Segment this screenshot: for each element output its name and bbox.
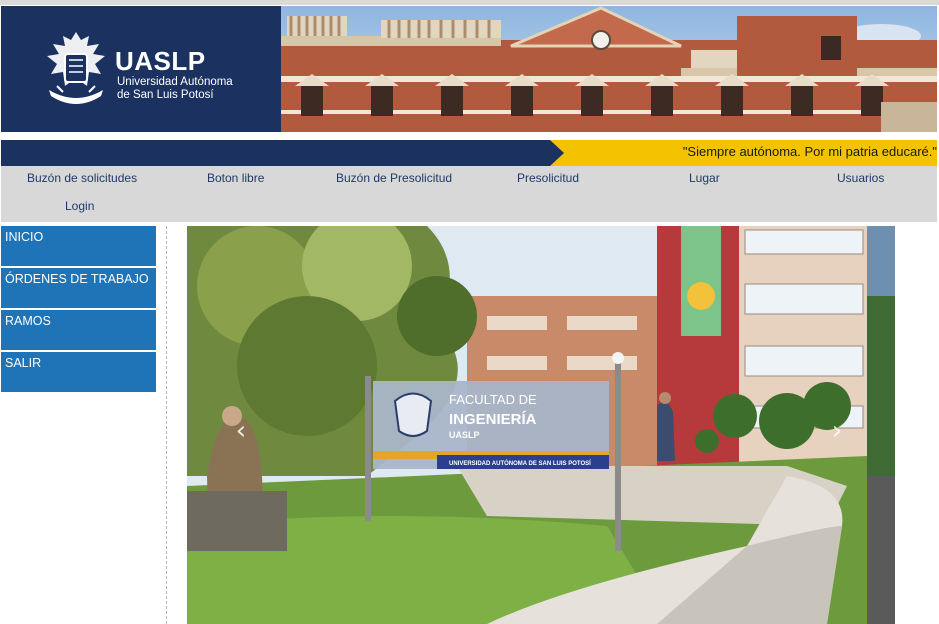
site-header: UASLP Universidad Autónoma de San Luis P… <box>1 6 937 132</box>
logo-subtitle: Universidad Autónoma de San Luis Potosí <box>117 76 267 102</box>
uaslp-crest-icon <box>47 32 105 104</box>
carousel-slide-image: FACULTAD DE INGENIERÍA UASLP UNIVERSIDAD… <box>187 226 867 624</box>
nav-boton-libre[interactable]: Boton libre <box>207 171 264 185</box>
sidebar-menu: INICIO ÓRDENES DE TRABAJO RAMOS SALIR <box>1 226 156 394</box>
sign-footer-text: UNIVERSIDAD AUTÓNOMA DE SAN LUIS POTOSÍ <box>449 459 591 467</box>
sign-line-3: UASLP <box>449 430 480 440</box>
top-navigation: Buzón de solicitudes Boton libre Buzón d… <box>1 166 937 222</box>
logo-subtitle-line2: de San Luis Potosí <box>117 89 214 101</box>
logo-subtitle-line1: Universidad Autónoma <box>117 76 233 88</box>
university-motto: "Siempre autónoma. Por mi patria educaré… <box>682 144 937 159</box>
next-slide-preview <box>867 226 895 624</box>
sidebar-item-ramos[interactable]: RAMOS <box>1 310 156 350</box>
nav-presolicitud[interactable]: Presolicitud <box>517 171 579 185</box>
sign-line-1: FACULTAD DE <box>449 392 537 407</box>
ribbon-navy-band <box>1 140 564 166</box>
uaslp-logo[interactable]: UASLP Universidad Autónoma de San Luis P… <box>1 6 281 132</box>
nav-lugar[interactable]: Lugar <box>689 171 720 185</box>
header-building-image <box>281 6 937 132</box>
motto-ribbon: "Siempre autónoma. Por mi patria educaré… <box>1 140 937 166</box>
content-divider <box>166 226 167 624</box>
sidebar-item-ordenes-de-trabajo[interactable]: ÓRDENES DE TRABAJO <box>1 268 156 308</box>
nav-usuarios[interactable]: Usuarios <box>837 171 884 185</box>
chevron-right-icon: › <box>831 416 843 446</box>
image-carousel: FACULTAD DE INGENIERÍA UASLP UNIVERSIDAD… <box>187 226 867 624</box>
sign-line-2: INGENIERÍA <box>449 411 537 428</box>
carousel-next-button[interactable]: › <box>827 416 847 446</box>
logo-title: UASLP <box>115 46 206 76</box>
nav-buzon-solicitudes[interactable]: Buzón de solicitudes <box>27 171 137 185</box>
carousel-prev-button[interactable]: ‹ <box>231 416 251 446</box>
chevron-left-icon: ‹ <box>235 416 247 446</box>
sidebar-item-inicio[interactable]: INICIO <box>1 226 156 266</box>
sidebar-item-salir[interactable]: SALIR <box>1 352 156 392</box>
nav-login[interactable]: Login <box>65 199 94 213</box>
nav-buzon-presolicitud[interactable]: Buzón de Presolicitud <box>336 171 452 185</box>
top-border <box>0 0 939 5</box>
